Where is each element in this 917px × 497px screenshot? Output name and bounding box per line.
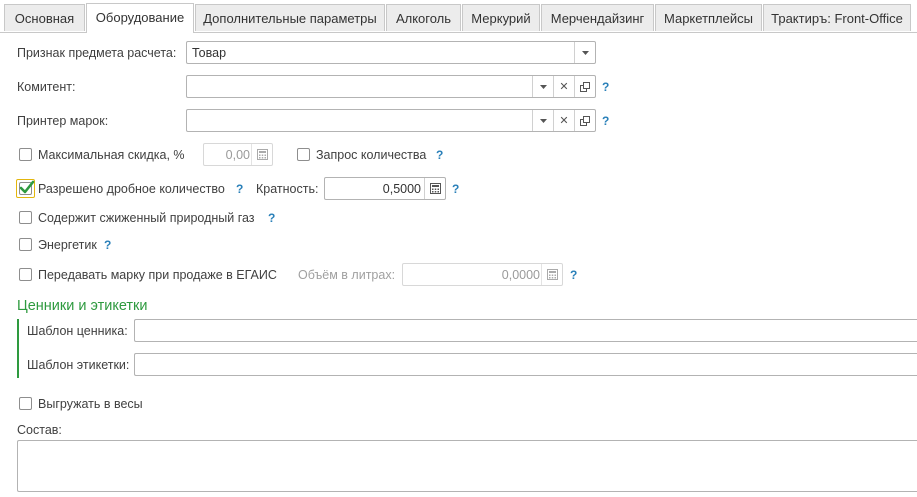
tab-bar: Основная Оборудование Дополнительные пар… [0,0,917,33]
price-tag-template-label: Шаблон ценника: [27,324,128,338]
open-icon[interactable] [574,76,595,97]
label-template-label: Шаблон этикетки: [27,358,130,372]
volume-liters-value: 0,0000 [501,268,540,282]
weight-export-label: Выгружать в весы [38,397,143,411]
multiplicity-value: 0,5000 [382,182,421,196]
liquefied-gas-checkbox[interactable] [19,211,32,224]
help-icon[interactable]: ? [570,267,577,283]
tab-merchandising[interactable]: Мерчендайзинг [541,4,654,31]
open-icon[interactable] [574,110,595,131]
egais-mark-checkbox[interactable] [19,268,32,281]
help-icon[interactable]: ? [436,147,443,163]
calculator-icon[interactable] [424,178,445,199]
clear-icon[interactable]: ✕ [553,76,574,97]
quantity-request-checkbox[interactable] [297,148,310,161]
energy-drink-label: Энергетик [38,238,97,252]
liquefied-gas-label: Содержит сжиженный природный газ [38,211,255,225]
clear-icon[interactable]: ✕ [553,110,574,131]
chevron-down-icon[interactable] [574,42,595,63]
payment-subject-label: Признак предмета расчета: [17,46,177,60]
payment-subject-value: Товар [192,46,227,60]
multiplicity-label: Кратность: [256,182,319,196]
max-discount-label: Максимальная скидка, % [38,148,185,162]
chevron-down-icon[interactable] [532,76,553,97]
tab-mercury[interactable]: Меркурий [462,4,540,31]
tab-alcohol[interactable]: Алкоголь [386,4,461,31]
label-template-input[interactable] [134,353,917,376]
tab-marketplaces[interactable]: Маркетплейсы [655,4,762,31]
chevron-down-icon[interactable] [532,110,553,131]
price-tag-template-input[interactable] [134,319,917,342]
checkmark-icon [19,180,35,194]
max-discount-checkbox[interactable] [19,148,32,161]
volume-liters-input[interactable]: 0,0000 [402,263,563,286]
volume-liters-label: Объём в литрах: [298,268,396,282]
fractional-qty-label: Разрешено дробное количество [38,182,225,196]
consignor-label: Комитент: [17,80,76,94]
tab-additional-params[interactable]: Дополнительные параметры [195,4,385,31]
help-icon[interactable]: ? [602,79,609,95]
calculator-icon[interactable] [251,144,272,165]
help-icon[interactable]: ? [268,210,275,226]
help-icon[interactable]: ? [602,113,609,129]
fractional-qty-checkbox[interactable] [16,179,35,198]
max-discount-input[interactable]: 0,00 [203,143,273,166]
help-icon[interactable]: ? [236,181,243,197]
payment-subject-select[interactable]: Товар [186,41,596,64]
max-discount-value: 0,00 [225,148,250,162]
label-printer-label: Принтер марок: [17,114,109,128]
consignor-input[interactable]: ✕ [186,75,596,98]
composition-textarea[interactable] [17,440,917,492]
tab-traktir-front-office[interactable]: Трактиръ: Front-Office [763,4,911,31]
calculator-icon[interactable] [541,264,562,285]
composition-label: Состав: [17,423,62,437]
label-printer-input[interactable]: ✕ [186,109,596,132]
tab-main[interactable]: Основная [4,4,85,31]
help-icon[interactable]: ? [104,237,111,253]
energy-drink-checkbox[interactable] [19,238,32,251]
multiplicity-input[interactable]: 0,5000 [324,177,446,200]
quantity-request-label: Запрос количества [316,148,427,162]
help-icon[interactable]: ? [452,181,459,197]
tab-equipment[interactable]: Оборудование [86,3,194,33]
weight-export-checkbox[interactable] [19,397,32,410]
price-tags-group-title: Ценники и этикетки [17,298,148,314]
egais-mark-label: Передавать марку при продаже в ЕГАИС [38,268,277,282]
group-accent-bar [17,319,19,378]
